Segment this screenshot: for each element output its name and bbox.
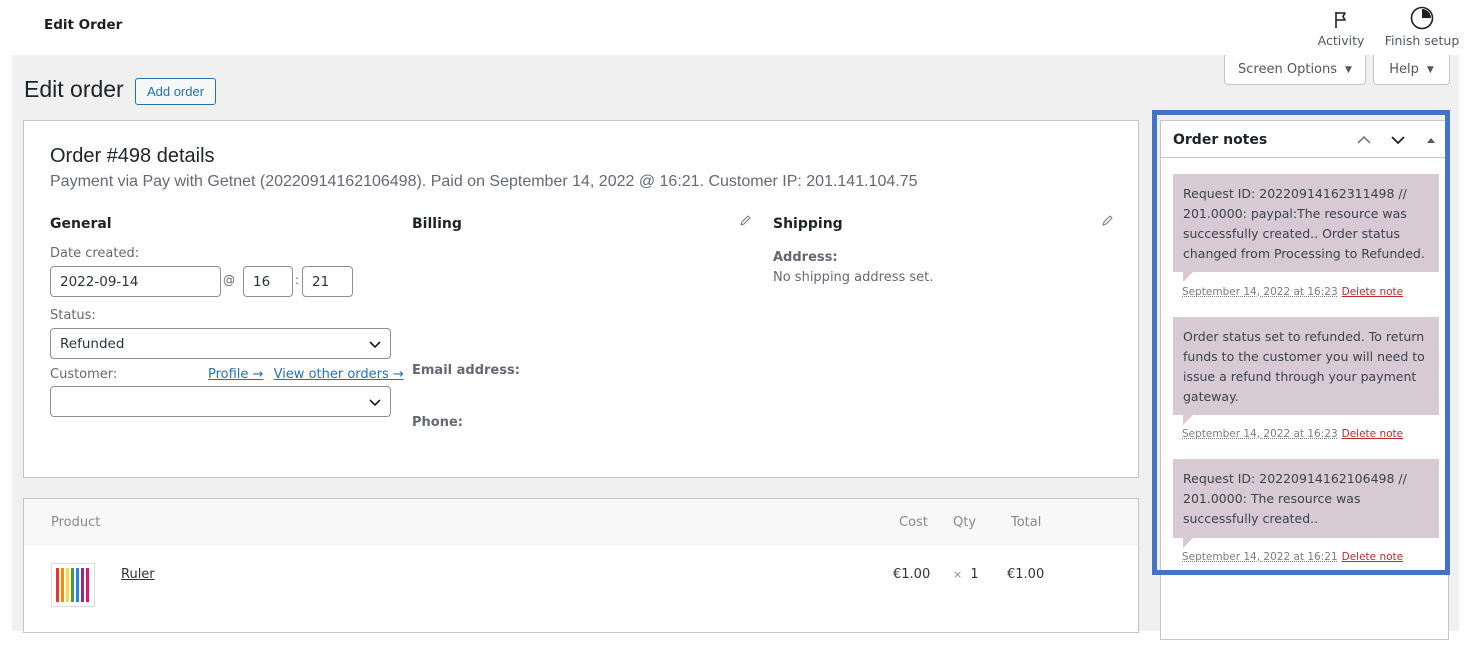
note-text: Request ID: 20220914162311498 // 201.000… [1183, 186, 1425, 261]
progress-circle-icon [1384, 4, 1460, 30]
date-created-label: Date created: [50, 246, 140, 261]
col-qty: Qty [953, 515, 977, 530]
general-heading: General [50, 216, 112, 232]
note-meta: September 14, 2022 at 16:23 Delete note [1182, 428, 1403, 440]
customer-select[interactable] [50, 386, 391, 417]
hour-input[interactable]: 16 [243, 266, 293, 297]
screen-options-button[interactable]: Screen Options ▼ [1224, 55, 1366, 85]
minute-input[interactable]: 21 [302, 266, 353, 297]
item-qty: 1 [970, 567, 979, 582]
order-heading: Order #498 details [50, 145, 215, 167]
email-address-label: Email address: [412, 363, 520, 378]
top-bar: Edit Order Activity Finish setup [0, 0, 1475, 55]
shipping-heading: Shipping [773, 216, 843, 232]
col-total: Total [1011, 515, 1042, 530]
topbar-title: Edit Order [44, 17, 123, 33]
col-product: Product [51, 515, 101, 530]
order-note: Request ID: 20220914162311498 // 201.000… [1173, 174, 1439, 282]
note-text: Request ID: 20220914162106498 // 201.000… [1183, 471, 1407, 526]
move-up-icon[interactable] [1356, 133, 1372, 147]
delete-note-link[interactable]: Delete note [1342, 428, 1404, 440]
add-order-button[interactable]: Add order [135, 78, 216, 105]
order-notes-title: Order notes [1173, 132, 1268, 148]
move-down-icon[interactable] [1390, 133, 1406, 147]
note-meta: September 14, 2022 at 16:21 Delete note [1182, 551, 1403, 563]
chevron-down-icon [369, 340, 381, 348]
status-select[interactable]: Refunded [50, 328, 391, 359]
times-sign: × [953, 568, 963, 581]
chevron-down-icon [369, 398, 381, 406]
delete-note-link[interactable]: Delete note [1342, 551, 1404, 563]
page-title: Edit order [24, 76, 124, 102]
billing-heading: Billing [412, 216, 462, 232]
product-name-link[interactable]: Ruler [121, 567, 155, 582]
shipping-address-value: No shipping address set. [773, 270, 934, 285]
order-notes-panel: Order notes Request ID: 2022091416231149… [1160, 120, 1449, 640]
help-button[interactable]: Help ▼ [1373, 55, 1450, 85]
finish-setup-label: Finish setup [1384, 33, 1460, 48]
screen-options-label: Screen Options [1238, 62, 1338, 77]
col-cost: Cost [899, 515, 928, 530]
shipping-address-label: Address: [773, 250, 838, 265]
pencil-icon[interactable] [738, 214, 752, 228]
at-sign: @ [223, 273, 235, 287]
order-details-panel: Order #498 details Payment via Pay with … [23, 120, 1139, 478]
note-date: September 14, 2022 at 16:23 [1182, 428, 1338, 440]
note-text: Order status set to refunded. To return … [1183, 329, 1425, 404]
customer-label: Customer: [50, 367, 118, 382]
order-note: Order status set to refunded. To return … [1173, 317, 1439, 425]
activity-label: Activity [1317, 33, 1365, 48]
status-label: Status: [50, 308, 96, 323]
order-payment-info: Payment via Pay with Getnet (20220914162… [50, 173, 918, 190]
profile-link[interactable]: Profile → [208, 367, 263, 382]
line-items-header: Product Cost Qty Total [24, 499, 1138, 545]
date-created-input[interactable]: 2022-09-14 [50, 266, 221, 297]
view-other-orders-link[interactable]: View other orders → [274, 367, 404, 382]
note-date: September 14, 2022 at 16:23 [1182, 286, 1338, 298]
activity-button[interactable]: Activity [1316, 4, 1366, 48]
order-note: Request ID: 20220914162106498 // 201.000… [1173, 459, 1439, 548]
note-meta: September 14, 2022 at 16:23 Delete note [1182, 286, 1403, 298]
flag-icon [1316, 4, 1366, 30]
caret-down-icon: ▼ [1345, 64, 1352, 75]
note-date: September 14, 2022 at 16:21 [1182, 551, 1338, 563]
help-label: Help [1389, 62, 1419, 77]
caret-down-icon: ▼ [1426, 64, 1434, 75]
finish-setup-button[interactable]: Finish setup [1384, 4, 1460, 48]
line-items-panel: Product Cost Qty Total Ruler €1.00 × 1 €… [23, 498, 1139, 633]
collapse-toggle-icon[interactable] [1426, 135, 1436, 145]
time-colon: : [295, 273, 300, 287]
order-notes-header: Order notes [1161, 121, 1448, 158]
pencil-icon[interactable] [1100, 214, 1114, 228]
product-thumbnail [51, 563, 95, 607]
item-total: €1.00 [1007, 567, 1045, 582]
item-cost: €1.00 [893, 567, 931, 582]
delete-note-link[interactable]: Delete note [1342, 286, 1404, 298]
phone-label: Phone: [412, 415, 463, 430]
status-value: Refunded [60, 335, 125, 352]
